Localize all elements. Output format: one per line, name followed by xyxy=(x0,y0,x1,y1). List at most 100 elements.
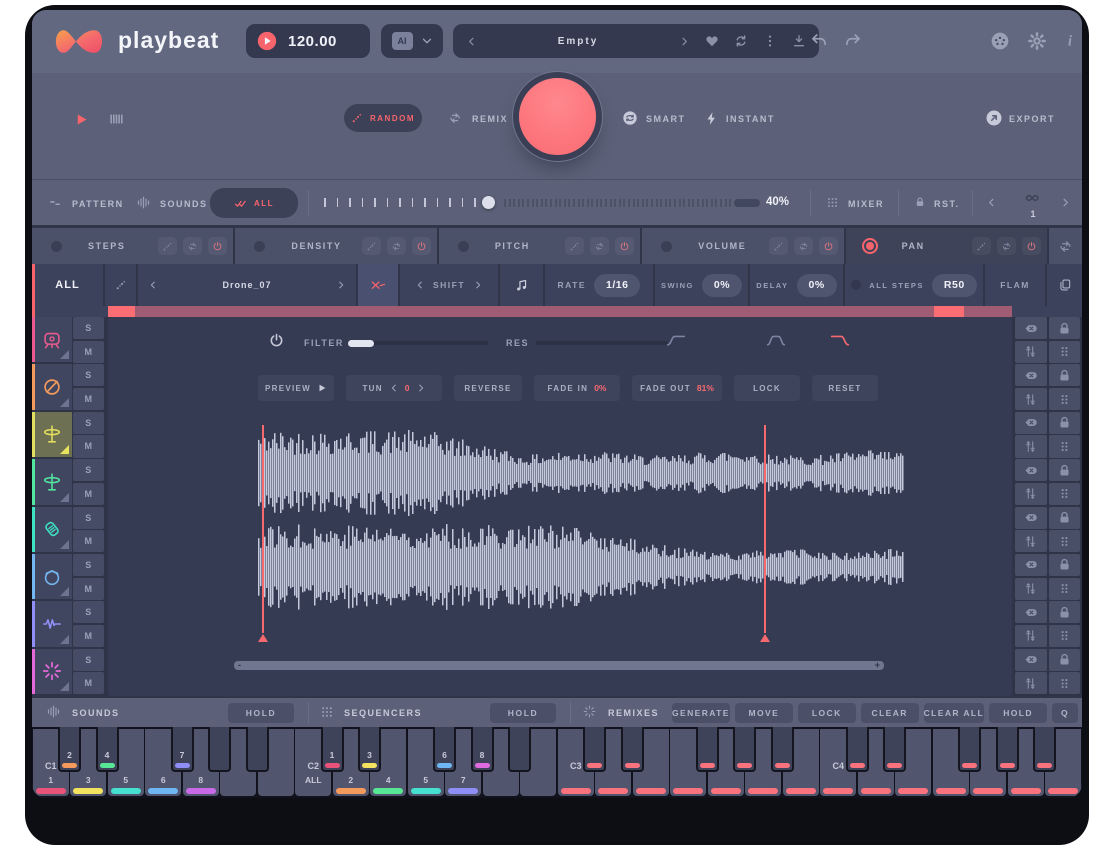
black-key-C#1[interactable]: 2 xyxy=(58,727,81,772)
zoom-out-button[interactable]: - xyxy=(238,660,241,670)
tab-randomize-dice-icon[interactable] xyxy=(769,237,788,255)
mixer-label[interactable]: MIXER xyxy=(848,199,884,209)
channel-3-faders-button[interactable] xyxy=(1015,435,1047,457)
randomize-amount-slider-dashes[interactable] xyxy=(504,194,760,212)
export-icon[interactable] xyxy=(985,109,1003,127)
remix-generate-button[interactable]: GENERATE xyxy=(672,703,730,723)
filter-highpass-icon[interactable] xyxy=(664,331,688,351)
randomize-amount-slider-ticks[interactable] xyxy=(324,194,487,212)
mute-button-7[interactable]: M xyxy=(73,625,104,647)
tune-down-icon[interactable] xyxy=(389,383,399,393)
solo-button-2[interactable]: S xyxy=(73,364,104,386)
channel-6-faders-button[interactable] xyxy=(1015,578,1047,600)
channel-3-dots-6-button[interactable] xyxy=(1049,435,1081,457)
channel-5-mute-tag-button[interactable] xyxy=(1015,507,1047,529)
tab-density[interactable]: DENSITY xyxy=(235,228,436,264)
black-key-G#2[interactable]: 8 xyxy=(471,727,494,772)
waveform-left-channel[interactable] xyxy=(258,429,904,517)
instrument-row-snare[interactable] xyxy=(32,364,72,409)
instrument-row-shaker[interactable] xyxy=(32,507,72,552)
sounds-waveform-icon[interactable] xyxy=(136,195,151,210)
solo-button-8[interactable]: S xyxy=(73,649,104,671)
fade-out-control[interactable]: FADE OUT 81% xyxy=(632,375,722,401)
delay-value[interactable]: 0% xyxy=(797,274,837,297)
tab-radio[interactable] xyxy=(254,241,265,252)
random-button[interactable]: RANDOM xyxy=(344,104,422,132)
preview-button[interactable]: PREVIEW xyxy=(258,375,334,401)
tab-randomize-dice-icon[interactable] xyxy=(158,237,177,255)
tab-pan[interactable]: PAN xyxy=(846,228,1047,264)
channel-4-dots-6-button[interactable] xyxy=(1049,483,1081,505)
channel-8-mute-tag-button[interactable] xyxy=(1015,649,1047,671)
channel-6-padlock-button[interactable] xyxy=(1049,554,1081,576)
black-key-A#4[interactable] xyxy=(1033,727,1056,772)
solo-button-7[interactable]: S xyxy=(73,601,104,623)
waveform-scrollbar[interactable]: - + xyxy=(234,661,884,670)
mute-button-2[interactable]: M xyxy=(73,388,104,410)
sample-start-marker[interactable] xyxy=(262,425,264,633)
preset-prev-icon[interactable] xyxy=(466,36,477,47)
shift-left-icon[interactable] xyxy=(415,280,425,290)
flam-button[interactable]: FLAM xyxy=(985,264,1047,306)
sample-edit-cell[interactable] xyxy=(358,264,400,306)
instrument-corner-handle[interactable] xyxy=(60,493,69,502)
shift-right-icon[interactable] xyxy=(473,280,483,290)
black-key-D#4[interactable] xyxy=(883,727,906,772)
black-key-F#2[interactable]: 6 xyxy=(433,727,456,772)
tab-power-icon[interactable] xyxy=(208,237,227,255)
randomize-amount-value[interactable]: 40% xyxy=(766,196,789,208)
channel-3-padlock-button[interactable] xyxy=(1049,412,1081,434)
pattern-steps-icon[interactable] xyxy=(48,196,62,210)
tab-steps[interactable]: STEPS xyxy=(32,228,233,264)
ai-mode-selector[interactable]: AI xyxy=(381,24,443,58)
instrument-row-kick[interactable] xyxy=(32,317,72,362)
instant-bolt-icon[interactable] xyxy=(704,111,719,126)
sounds-label[interactable]: SOUNDS xyxy=(160,199,208,209)
zoom-in-button[interactable]: + xyxy=(875,660,880,670)
black-key-D#1[interactable]: 4 xyxy=(96,727,119,772)
remix-clear-all-button[interactable]: CLEAR ALL xyxy=(924,703,984,723)
reset-label[interactable]: RST. xyxy=(934,199,960,209)
all-rows-cell[interactable]: ALL xyxy=(32,264,105,306)
tune-up-icon[interactable] xyxy=(416,383,426,393)
chevron-down-icon[interactable] xyxy=(421,35,433,47)
end-marker-handle[interactable] xyxy=(760,634,770,642)
save-preset-download-icon[interactable] xyxy=(792,34,806,48)
play-circle-icon[interactable] xyxy=(257,31,277,51)
instrument-corner-handle[interactable] xyxy=(60,635,69,644)
channel-5-dots-6-button[interactable] xyxy=(1049,530,1081,552)
channel-5-padlock-button[interactable] xyxy=(1049,507,1081,529)
channel-6-mute-tag-button[interactable] xyxy=(1015,554,1047,576)
black-key-D#3[interactable] xyxy=(621,727,644,772)
smart-icon[interactable] xyxy=(622,110,638,126)
all-toggle-button[interactable]: ALL xyxy=(210,188,298,218)
black-key-A#1[interactable] xyxy=(246,727,269,772)
instrument-corner-handle[interactable] xyxy=(60,587,69,596)
loop-next-icon[interactable] xyxy=(1060,197,1071,208)
channel-6-dots-6-button[interactable] xyxy=(1049,578,1081,600)
black-key-F#3[interactable] xyxy=(696,727,719,772)
info-icon[interactable]: i xyxy=(1061,32,1079,50)
midi-icon[interactable] xyxy=(990,31,1010,51)
remix-loop-icon[interactable] xyxy=(448,111,462,125)
instrument-row-hihat-open[interactable] xyxy=(32,459,72,504)
instrument-row-percussion[interactable] xyxy=(32,649,72,694)
channel-1-padlock-button[interactable] xyxy=(1049,317,1081,339)
sounds-hold-button[interactable]: HOLD xyxy=(228,703,294,723)
rate-value[interactable]: 1/16 xyxy=(594,274,640,297)
tab-power-icon[interactable] xyxy=(819,237,838,255)
all-steps-radio[interactable] xyxy=(851,280,861,290)
tab-pitch[interactable]: PITCH xyxy=(439,228,640,264)
tab-loop-icon[interactable] xyxy=(794,237,813,255)
black-key-C#2[interactable]: 1 xyxy=(321,727,344,772)
res-slider[interactable] xyxy=(536,341,668,345)
bpm-value[interactable]: 120.00 xyxy=(288,33,337,50)
solo-button-5[interactable]: S xyxy=(73,507,104,529)
sample-prev-icon[interactable] xyxy=(148,280,158,290)
instrument-corner-handle[interactable] xyxy=(60,398,69,407)
mute-button-5[interactable]: M xyxy=(73,530,104,552)
preset-menu-kebab-icon[interactable] xyxy=(763,34,777,48)
tab-power-icon[interactable] xyxy=(615,237,634,255)
redo-icon[interactable] xyxy=(844,32,862,50)
black-key-G#3[interactable] xyxy=(733,727,756,772)
